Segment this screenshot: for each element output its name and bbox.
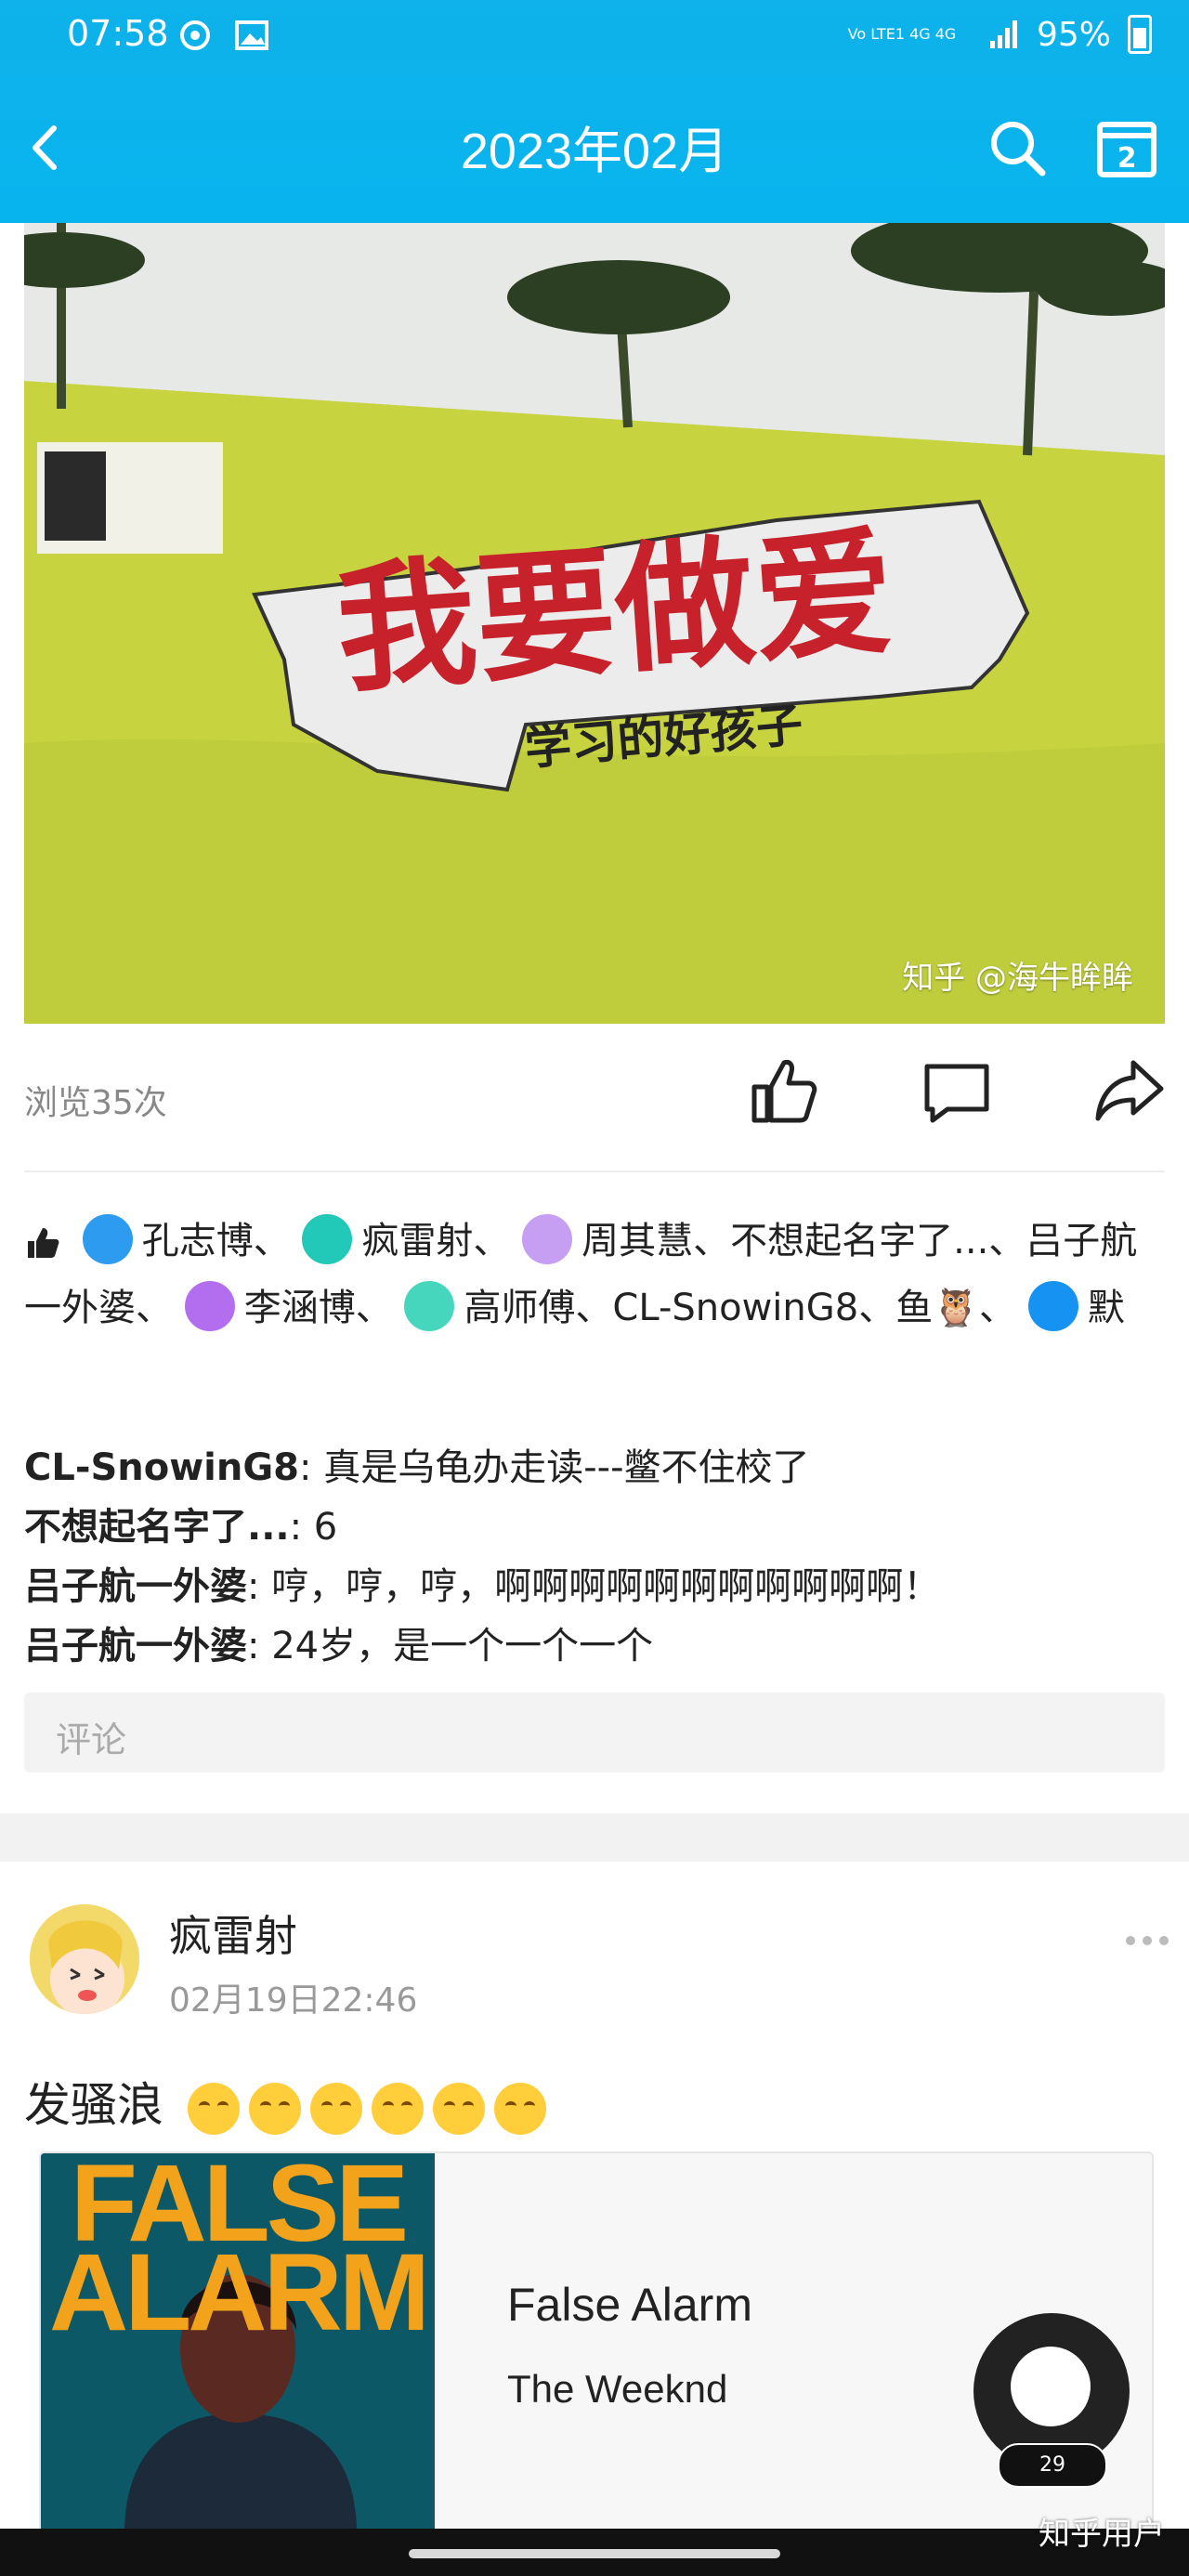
song-artist: The Weeknd <box>507 2367 728 2411</box>
view-count: 浏览35次 <box>24 1084 167 1122</box>
mascot-face-icon <box>1011 2347 1091 2426</box>
post-separator <box>0 1813 1189 1862</box>
comment-text: : 真是乌龟办走读---鳖不住校了 <box>299 1446 810 1489</box>
zhihu-user-watermark: 知乎用户 <box>1039 2516 1165 2553</box>
top-header: 07:58 Vo LTE1 4G 4G 95% 2023年02月 2 <box>0 0 1189 223</box>
network-indicator: Vo LTE1 4G 4G <box>847 25 957 43</box>
post-text: 发骚浪 <box>24 2068 546 2135</box>
sync-icon <box>180 20 210 50</box>
search-icon[interactable] <box>985 115 1050 180</box>
battery-percent: 95% <box>1036 15 1111 54</box>
liker-name[interactable]: 孔志博、 <box>142 1220 291 1262</box>
comment-bubble-icon[interactable] <box>920 1053 994 1128</box>
avatar-flower[interactable] <box>184 1281 235 1331</box>
likes-list: 孔志博、 疯雷射、 周其慧、不想起名字了...、吕子航一外婆、 李涵博、 高师傅… <box>24 1208 1165 1341</box>
floating-assistant-button[interactable]: 29 <box>973 2313 1130 2488</box>
notification-badge: 29 <box>998 2443 1107 2488</box>
photo-illustration: 我要做爱 学习的好孩子 <box>24 223 1165 1024</box>
likes-thumb-icon <box>28 1228 59 1258</box>
smirk-emoji-icon <box>187 2082 240 2135</box>
status-right: Vo LTE1 4G 4G 95% <box>832 15 1152 54</box>
comment-input-placeholder: 评论 <box>56 1720 127 1760</box>
smirk-emoji-icon <box>248 2082 301 2135</box>
like-thumb-icon[interactable] <box>747 1053 821 1128</box>
share-arrow-icon[interactable] <box>1092 1053 1167 1128</box>
comment-author[interactable]: CL-SnowinG8 <box>24 1446 299 1489</box>
post-photo[interactable]: 我要做爱 学习的好孩子 知乎 @海牛眸眸 <box>24 223 1165 1024</box>
post-text-content: 发骚浪 <box>24 2078 163 2132</box>
signal-icon <box>989 20 1017 48</box>
avatar-leaf[interactable] <box>404 1281 455 1331</box>
liker-name[interactable]: 高师傅、CL-SnowinG8、鱼🦉、 <box>464 1287 1016 1329</box>
avatar-lips[interactable] <box>522 1214 573 1264</box>
more-options-icon[interactable] <box>1124 1934 1170 1947</box>
smirk-emoji-icon <box>493 2082 546 2135</box>
album-cover-line-2: ALARM <box>48 2231 430 2354</box>
comment-input[interactable]: 评论 <box>24 1693 1165 1772</box>
liker-name[interactable]: 默 <box>1088 1287 1125 1329</box>
avatar-rocket[interactable] <box>82 1214 133 1264</box>
avatar-bell[interactable] <box>1027 1281 1078 1331</box>
status-notification-icons <box>176 15 270 54</box>
smirk-emoji-icon <box>371 2082 424 2135</box>
smirk-emoji-icon <box>309 2082 362 2135</box>
song-title: False Alarm <box>507 2279 752 2331</box>
comment-item[interactable]: 吕子航一外婆: 24岁，是一个一个一个 <box>24 1616 1165 1676</box>
liker-name[interactable]: 李涵博、 <box>244 1287 393 1329</box>
stats-divider <box>24 1170 1165 1172</box>
post-author-name[interactable]: 疯雷射 <box>169 1903 297 1964</box>
avatar-cup[interactable] <box>302 1214 353 1264</box>
calendar-icon[interactable]: 2 <box>1094 115 1159 180</box>
comment-author[interactable]: 不想起名字了... <box>24 1506 290 1549</box>
comment-item[interactable]: CL-SnowinG8: 真是乌龟办走读---鳖不住校了 <box>24 1438 1165 1497</box>
album-cover-title: FALSE ALARM <box>41 2153 435 2347</box>
album-cover: FALSE ALARM <box>41 2153 435 2534</box>
music-card[interactable]: FALSE ALARM False Alarm The Weeknd <box>39 2151 1154 2536</box>
image-icon <box>234 20 268 50</box>
home-indicator[interactable] <box>409 2549 780 2558</box>
comment-item[interactable]: 吕子航一外婆: 哼，哼，哼，啊啊啊啊啊啊啊啊啊啊啊！ <box>24 1557 1165 1616</box>
comment-text: : 6 <box>289 1506 338 1549</box>
photo-watermark: 知乎 @海牛眸眸 <box>902 960 1133 997</box>
svg-text:2: 2 <box>1117 142 1137 175</box>
smirk-emoji-icon <box>432 2082 485 2135</box>
comment-list: CL-SnowinG8: 真是乌龟办走读---鳖不住校了 不想起名字了...: … <box>24 1438 1165 1676</box>
anime-avatar-illustration <box>30 1904 139 2014</box>
liker-name[interactable]: 疯雷射、 <box>361 1220 510 1262</box>
comment-text: : 哼，哼，哼，啊啊啊啊啊啊啊啊啊啊啊！ <box>247 1565 941 1608</box>
comment-item[interactable]: 不想起名字了...: 6 <box>24 1497 1165 1557</box>
battery-icon <box>1128 15 1152 54</box>
comment-author[interactable]: 吕子航一外婆 <box>24 1565 247 1608</box>
comment-author[interactable]: 吕子航一外婆 <box>24 1625 247 1667</box>
post-timestamp: 02月19日22:46 <box>169 1981 418 2020</box>
comment-text: : 24岁，是一个一个一个 <box>247 1625 654 1667</box>
author-avatar[interactable] <box>30 1904 139 2014</box>
status-time: 07:58 <box>67 13 169 54</box>
